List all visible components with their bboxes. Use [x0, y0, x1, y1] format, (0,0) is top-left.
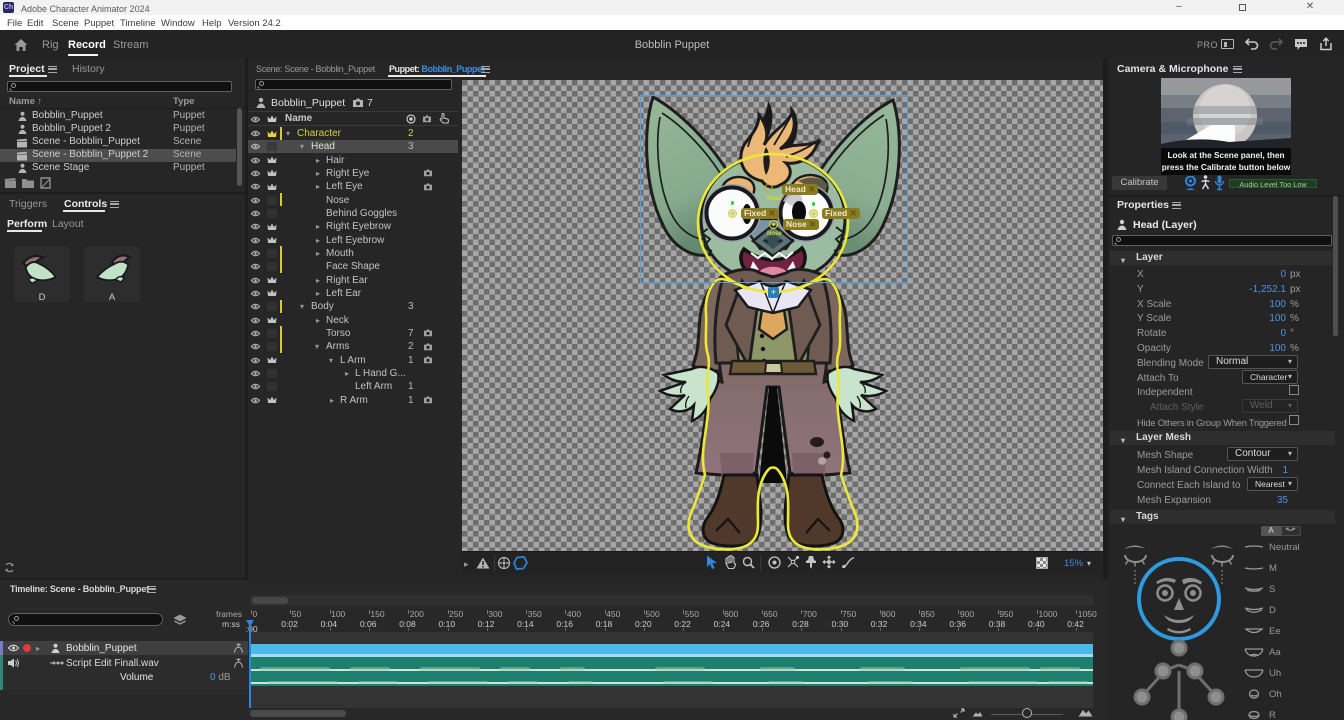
svg-text:press the Calibrate button bel: press the Calibrate button below	[1162, 162, 1291, 172]
svg-text:Look at the Scene panel, then: Look at the Scene panel, then	[1167, 150, 1284, 160]
